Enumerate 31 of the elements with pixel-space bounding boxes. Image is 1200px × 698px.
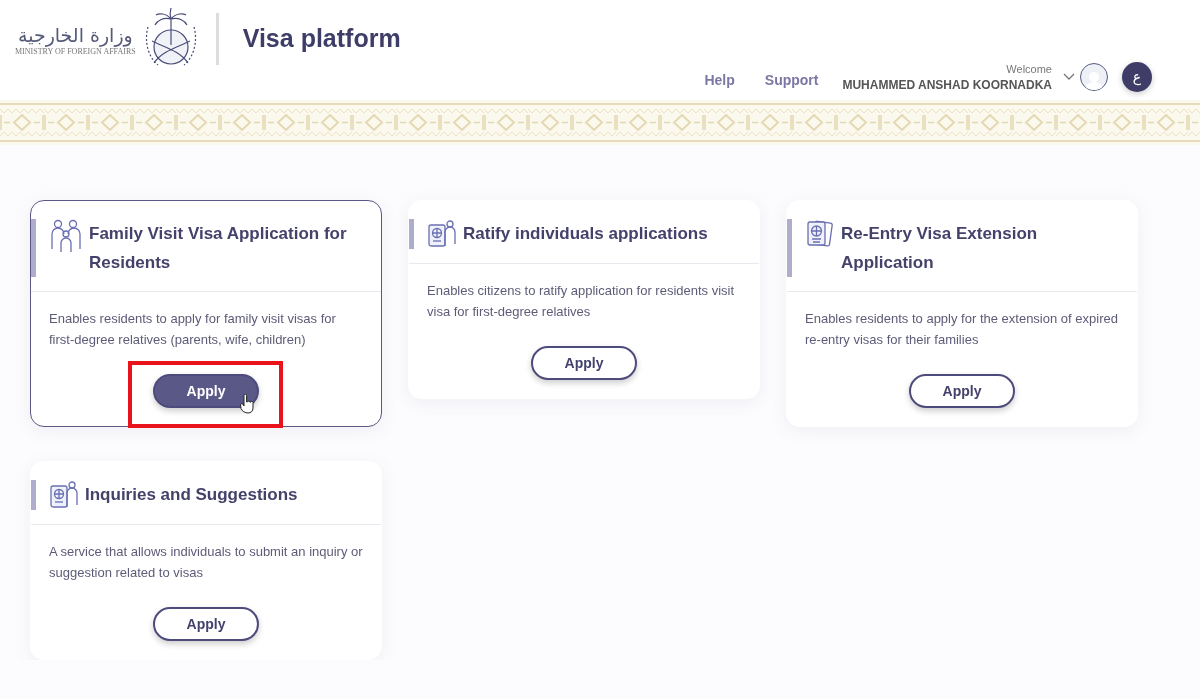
card-description: Enables citizens to ratify application for residents visit visa for first-degree relatives: [426, 282, 736, 321]
card-title: Re-Entry Visa Extension Application: [805, 219, 1121, 277]
family-icon: [49, 219, 83, 253]
apply-button[interactable]: Apply: [531, 346, 637, 380]
logo-arabic-text: وزارة الخارجية: [17, 24, 133, 47]
page-title: Visa platform: [242, 24, 401, 53]
card-description: Enables residents to apply for family visit visas for first-degree relatives (parents, wife, children): [48, 310, 337, 349]
apply-button[interactable]: Apply: [153, 374, 259, 408]
chevron-down-icon[interactable]: [1062, 72, 1076, 82]
user-name: MUHAMMED ANSHAD KOORNADKA: [842, 77, 1052, 92]
passport-person-icon: [427, 219, 457, 249]
accent-bar: [409, 219, 414, 249]
card-title: Family Visit Visa Application for Residents: [49, 219, 365, 277]
nav-link[interactable]: Support: [764, 72, 819, 88]
card-title: Ratify individuals applications: [427, 219, 708, 249]
card-title: Inquiries and Suggestions: [49, 480, 298, 510]
accent-bar: [31, 480, 36, 510]
avatar[interactable]: [1080, 63, 1108, 91]
logo-english-text: MINISTRY OF FOREIGN AFFAIRS: [15, 46, 136, 56]
language-button[interactable]: ع: [1122, 62, 1152, 92]
accent-bar: [787, 219, 792, 277]
apply-button[interactable]: Apply: [153, 607, 259, 641]
card-description: A service that allows individuals to submit an inquiry or suggestion related to visas: [48, 543, 364, 582]
passports-icon: [805, 219, 835, 249]
passport-person-icon: [49, 480, 79, 510]
hand-cursor-icon: [240, 394, 254, 414]
apply-button[interactable]: Apply: [909, 374, 1015, 408]
welcome-text: Welcome: [1006, 62, 1052, 75]
nav-link[interactable]: Help: [704, 72, 735, 88]
accent-bar: [31, 219, 36, 277]
card-description: Enables residents to apply for the extension of expired re-entry visas for their families: [804, 310, 1119, 349]
